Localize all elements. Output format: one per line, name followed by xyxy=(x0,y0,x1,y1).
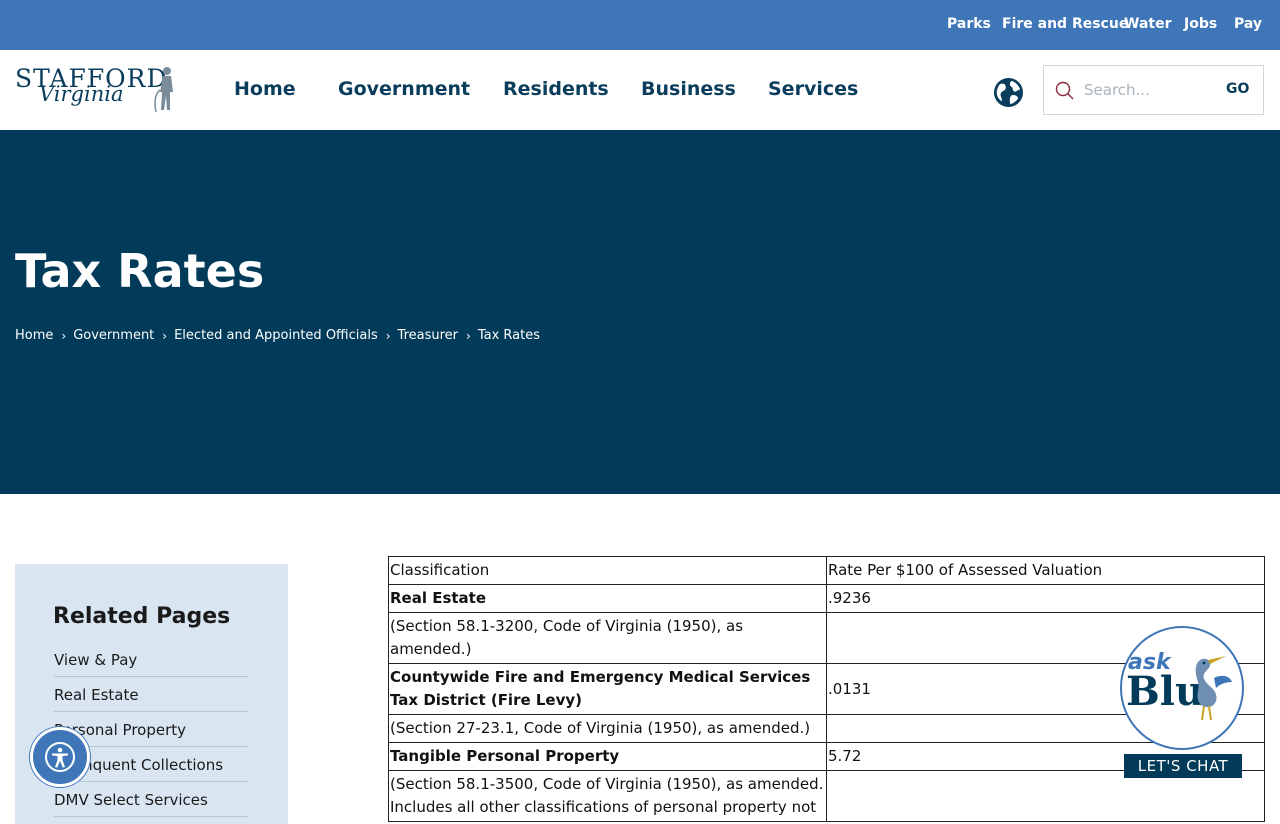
breadcrumb-separator: › xyxy=(162,328,168,343)
breadcrumb-elected-officials[interactable]: Elected and Appointed Officials xyxy=(174,328,378,343)
nav-business[interactable]: Business xyxy=(641,78,736,100)
table-cell-classification: Countywide Fire and Emergency Medical Se… xyxy=(388,663,827,715)
nav-government[interactable]: Government xyxy=(338,78,470,100)
utility-link-parks[interactable]: Parks xyxy=(947,16,991,32)
utility-link-water[interactable]: Water xyxy=(1124,16,1171,32)
sidebar-item-view-pay[interactable]: View & Pay xyxy=(54,642,248,677)
utility-link-fire-and-rescue[interactable]: Fire and Rescue xyxy=(1002,16,1128,32)
table-row: Real Estate .9236 xyxy=(388,584,1265,613)
sidebar-item-real-estate[interactable]: Real Estate xyxy=(54,677,248,712)
table-header-cell: Rate Per $100 of Assessed Valuation xyxy=(826,556,1265,585)
breadcrumb: Home › Government › Elected and Appointe… xyxy=(15,328,540,343)
page-hero: Tax Rates Home › Government › Elected an… xyxy=(0,130,1280,494)
table-cell-classification: Real Estate xyxy=(388,584,827,613)
utility-link-pay[interactable]: Pay xyxy=(1234,16,1262,32)
table-cell-classification: (Section 58.1-3500, Code of Virginia (19… xyxy=(388,770,827,822)
breadcrumb-government[interactable]: Government xyxy=(73,328,154,343)
breadcrumb-separator: › xyxy=(385,328,391,343)
logo-figure-icon xyxy=(154,67,173,112)
breadcrumb-current: Tax Rates xyxy=(477,328,540,343)
table-header-row: Classification Rate Per $100 of Assessed… xyxy=(388,556,1265,585)
search-input[interactable] xyxy=(1084,76,1219,104)
globe-icon[interactable] xyxy=(993,77,1024,108)
utility-bar: Parks Fire and Rescue Water Jobs Pay xyxy=(0,0,1280,50)
search-go-button[interactable]: GO xyxy=(1226,81,1249,97)
heron-icon xyxy=(1195,656,1232,721)
sidebar-list: View & Pay Real Estate Personal Property… xyxy=(54,642,248,817)
table-cell-classification: (Section 27-23.1, Code of Virginia (1950… xyxy=(388,714,827,743)
table-header-cell: Classification xyxy=(388,556,827,585)
accessibility-icon xyxy=(45,742,75,772)
nav-residents[interactable]: Residents xyxy=(503,78,609,100)
breadcrumb-treasurer[interactable]: Treasurer xyxy=(398,328,458,343)
lets-chat-button[interactable]: LET'S CHAT xyxy=(1124,754,1242,778)
accessibility-button[interactable] xyxy=(30,727,90,787)
sidebar-title: Related Pages xyxy=(53,604,231,629)
page-title: Tax Rates xyxy=(15,244,265,298)
site-logo[interactable]: STAFFORD Virginia xyxy=(15,64,180,118)
table-cell-classification: Tangible Personal Property xyxy=(388,742,827,771)
table-cell-rate: .9236 xyxy=(826,584,1265,613)
logo-virginia-text: Virginia xyxy=(39,82,124,106)
breadcrumb-separator: › xyxy=(466,328,471,343)
site-header: STAFFORD Virginia Home Government Reside… xyxy=(0,50,1280,130)
breadcrumb-home[interactable]: Home xyxy=(15,328,53,343)
search-box: GO xyxy=(1043,65,1264,115)
nav-services[interactable]: Services xyxy=(768,78,858,100)
nav-home[interactable]: Home xyxy=(234,78,296,100)
ask-blu-chat-widget[interactable]: ask Blu LET'S CHAT xyxy=(1118,624,1248,780)
table-cell-classification: (Section 58.1-3200, Code of Virginia (19… xyxy=(388,612,827,664)
breadcrumb-separator: › xyxy=(61,328,67,343)
utility-link-jobs[interactable]: Jobs xyxy=(1184,16,1217,32)
search-icon xyxy=(1055,81,1074,100)
